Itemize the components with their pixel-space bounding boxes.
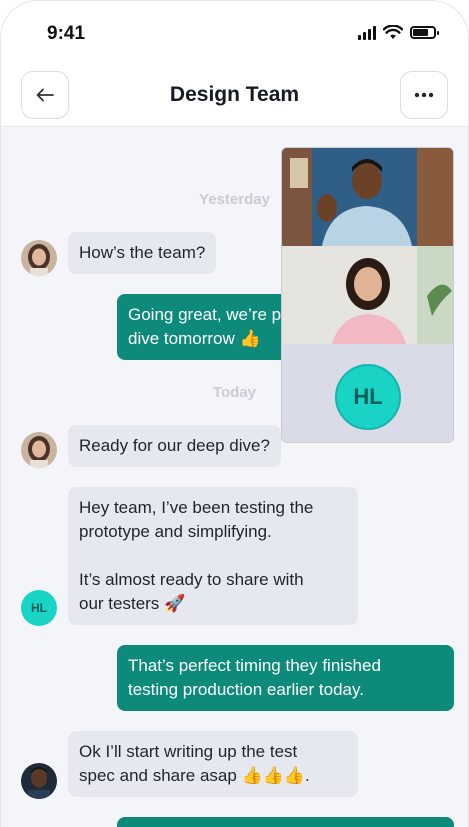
incoming-message[interactable]: Ready for our deep dive? bbox=[68, 425, 281, 467]
message-text: testing production earlier today. bbox=[128, 680, 364, 699]
message-text: spec and share asap 👍👍👍. bbox=[79, 766, 310, 785]
incoming-message[interactable]: How’s the team? bbox=[68, 232, 217, 274]
video-call-panel[interactable]: HL bbox=[281, 147, 454, 443]
message-text: It’s almost ready to share with bbox=[79, 570, 304, 589]
status-time: 9:41 bbox=[47, 23, 86, 44]
chat-header: Design Team bbox=[1, 63, 468, 127]
message-text: prototype and simplifying. bbox=[79, 522, 272, 541]
outgoing-message[interactable]: That’s perfect timing they finished test… bbox=[117, 645, 454, 711]
avatar[interactable] bbox=[21, 763, 57, 799]
battery-icon bbox=[410, 26, 439, 39]
incoming-message[interactable]: Ok I’ll start writing up the test spec a… bbox=[68, 731, 358, 797]
avatar[interactable] bbox=[21, 432, 57, 468]
message-text: That’s perfect timing they finished bbox=[128, 656, 381, 675]
video-tile-participant[interactable] bbox=[282, 148, 453, 246]
video-tile-participant[interactable] bbox=[282, 246, 453, 344]
message-text: Hey team, I’ve been testing the bbox=[79, 498, 314, 517]
avatar[interactable] bbox=[21, 240, 57, 276]
message-text: Ok I’ll start writing up the test bbox=[79, 742, 298, 761]
more-horizontal-icon bbox=[414, 92, 434, 98]
incoming-message[interactable]: Hey team, I’ve been testing the prototyp… bbox=[68, 487, 358, 625]
status-bar: 9:41 bbox=[1, 1, 468, 63]
message-text: our testers 🚀 bbox=[79, 594, 186, 613]
message-text: Ready for our deep dive? bbox=[79, 436, 270, 455]
page-title: Design Team bbox=[169, 83, 300, 106]
message-text: How’s the team? bbox=[79, 243, 206, 262]
more-options-button[interactable] bbox=[400, 71, 448, 119]
wifi-icon bbox=[383, 25, 403, 39]
video-tile-initials[interactable]: HL bbox=[335, 364, 401, 430]
phone-screen: 9:41 Design Team Yesterday How’s the tea… bbox=[0, 0, 469, 827]
message-text: dive tomorrow 👍 bbox=[128, 329, 261, 348]
avatar[interactable]: HL bbox=[21, 590, 57, 626]
signal-icon bbox=[358, 25, 376, 40]
message-text: Going great, we’re p bbox=[128, 305, 282, 324]
participant-video bbox=[282, 148, 453, 246]
message-text bbox=[79, 544, 347, 568]
status-icons bbox=[358, 25, 439, 40]
participant-video bbox=[282, 246, 453, 344]
outgoing-message[interactable] bbox=[117, 817, 454, 827]
